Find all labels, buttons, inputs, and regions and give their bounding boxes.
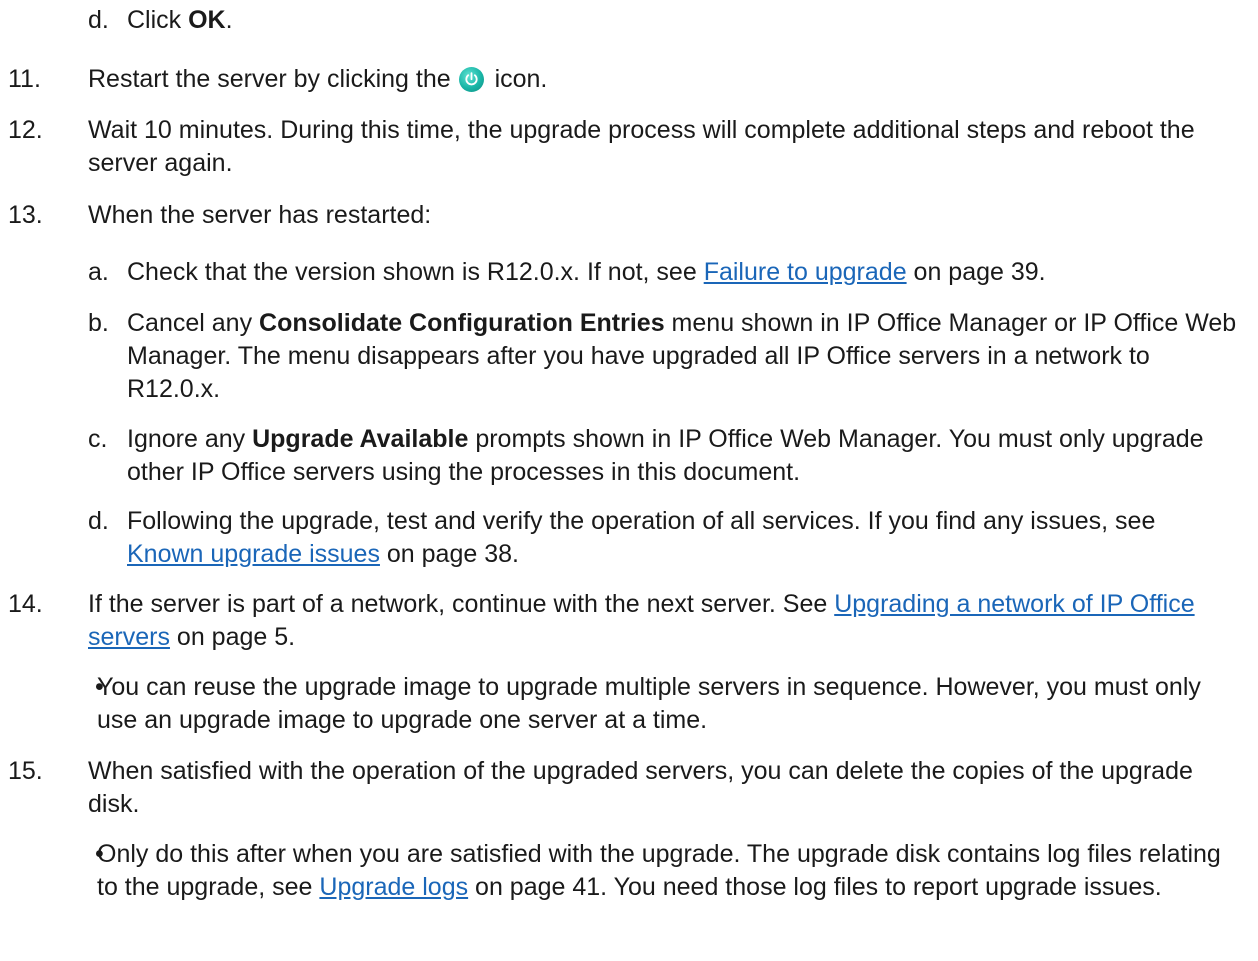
step-text: Restart the server by clicking the bbox=[88, 65, 451, 93]
step-number: 12. bbox=[8, 116, 43, 144]
step-number: 15. bbox=[8, 757, 43, 785]
step-text: Click bbox=[127, 6, 189, 34]
step-10d: d. Click OK. bbox=[88, 4, 1238, 37]
step-13d: d. Following the upgrade, test and verif… bbox=[88, 507, 1156, 568]
upgrade-logs-link[interactable]: Upgrade logs bbox=[319, 873, 468, 901]
step-label: d. bbox=[88, 6, 109, 34]
step-label: d. bbox=[88, 507, 109, 535]
step-label: b. bbox=[88, 309, 109, 337]
power-icon[interactable] bbox=[458, 67, 484, 92]
step-15: 15. When satisfied with the operation of… bbox=[8, 757, 1193, 818]
step-13a: a. Check that the version shown is R12.0… bbox=[88, 256, 1238, 289]
step-13: 13. When the server has restarted: bbox=[8, 199, 1238, 232]
step-14: 14. If the server is part of a network, … bbox=[8, 590, 1195, 651]
step-13c: c. Ignore any Upgrade Available prompts … bbox=[88, 425, 1204, 486]
step-12: 12. Wait 10 minutes. During this time, t… bbox=[8, 114, 1238, 180]
step-number: 11. bbox=[8, 65, 41, 93]
step-11: 11. Restart the server by clicking the i… bbox=[8, 63, 1238, 96]
document-page: d. Click OK. 11. Restart the server by c… bbox=[0, 0, 1258, 961]
step-text-end: icon. bbox=[494, 65, 548, 93]
step-number: 13. bbox=[8, 201, 43, 229]
upgrade-available-emphasis: Upgrade Available bbox=[252, 425, 469, 453]
step-14-bullet-text: You can reuse the upgrade image to upgra… bbox=[97, 673, 1201, 734]
step-number: 14. bbox=[8, 590, 43, 618]
ok-emphasis: OK bbox=[188, 6, 226, 34]
step-13b: b. Cancel any Consolidate Configuration … bbox=[88, 309, 1237, 403]
consolidate-emphasis: Consolidate Configuration Entries bbox=[259, 309, 665, 337]
step-label: c. bbox=[88, 425, 108, 453]
step-15-bullet-text: Only do this after when you are satisfie… bbox=[97, 840, 1221, 901]
step-text: When the server has restarted: bbox=[88, 201, 432, 229]
step-label: a. bbox=[88, 258, 109, 286]
failure-to-upgrade-link[interactable]: Failure to upgrade bbox=[704, 258, 907, 286]
step-text: Wait 10 minutes. During this time, the u… bbox=[88, 116, 1195, 177]
known-upgrade-issues-link[interactable]: Known upgrade issues bbox=[127, 540, 380, 568]
